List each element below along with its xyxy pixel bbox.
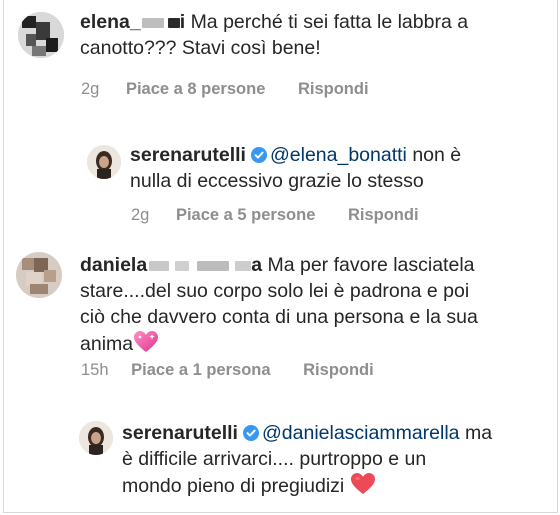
avatar[interactable] [18,12,64,58]
comment-username-tail[interactable]: i [180,11,185,33]
reply-button[interactable]: Rispondi [303,361,374,380]
redacted-username-block [141,17,164,28]
red-heart-icon [350,473,375,494]
comment-text: canotto??? Stavi così bene! [80,37,321,59]
reply-button[interactable]: Rispondi [348,206,419,225]
comment-time: 15h [81,361,109,379]
redacted-username-block [149,260,170,271]
avatar[interactable] [87,145,121,179]
comment-text: nulla di eccessivo grazie lo stesso [130,170,424,192]
comment-text: anima [80,333,134,355]
sparkling-heart-icon [134,331,159,352]
avatar-image-icon [79,421,113,455]
comment-text: ciò che davvero conta di una persona e l… [80,306,478,328]
comment-username[interactable]: serenarutelli [122,422,238,444]
comment-text: ma [464,422,493,444]
likes-count-link[interactable]: Piace a 1 persona [131,361,270,380]
comment-username[interactable]: serenarutelli [130,144,246,166]
redacted-username-block [175,260,190,271]
reply-button[interactable]: Rispondi [298,80,369,99]
comment-text: stare....del suo corpo solo lei è padron… [80,280,470,302]
verified-badge-icon [250,147,267,163]
redacted-username-block [235,260,252,271]
comment-time: 2g [131,206,150,224]
comment-time: 2g [81,80,100,98]
comment-text: è difficile arrivarci.... purtroppo e un [122,448,427,470]
comments-panel: elena_ i Ma perché ti sei fatta le labbra… [3,0,558,513]
comment-text: non è [412,144,462,166]
comment-text: Ma per favore lasciatela [267,254,475,276]
comment-username-tail[interactable]: a [251,254,262,276]
comment-username[interactable]: daniela [80,254,147,276]
avatar-image-icon [87,145,121,179]
likes-count-link[interactable]: Piace a 5 persone [176,206,315,225]
avatar[interactable] [16,252,62,298]
mention-link[interactable]: @elena_bonatti [270,144,407,166]
comment-text: Ma perché ti sei fatta le labbra a [190,11,469,33]
comment-text: mondo pieno di pregiudizi [122,475,345,497]
avatar-image-icon [16,252,62,298]
avatar[interactable] [79,421,113,455]
redacted-username-block [167,17,180,28]
likes-count-link[interactable]: Piace a 8 persone [126,80,265,99]
avatar-image-icon [18,12,64,58]
mention-link[interactable]: @danielasciammarella [262,422,460,444]
verified-badge-icon [242,425,259,441]
comment-username[interactable]: elena_ [80,11,141,33]
redacted-username-block [197,260,230,271]
